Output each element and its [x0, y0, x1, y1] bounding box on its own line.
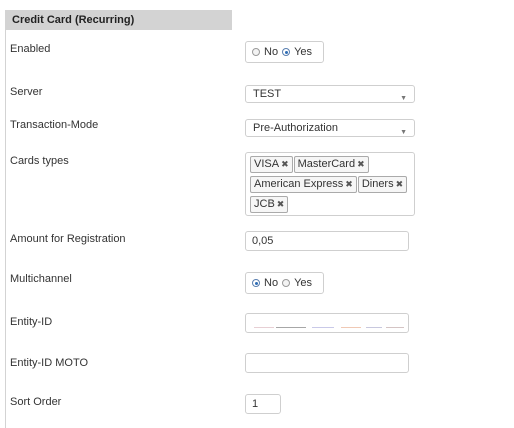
entity-id-moto-label: Entity-ID MOTO [10, 357, 89, 369]
close-icon[interactable]: ✖ [277, 199, 285, 209]
masked-text-fragment [254, 327, 274, 328]
enabled-label: Enabled [10, 43, 51, 55]
card-tag-visa: VISA ✖ [250, 156, 293, 173]
card-types-multiselect[interactable]: VISA ✖ MasterCard ✖ American Express ✖ Diners… [245, 152, 415, 216]
entity-id-input[interactable] [245, 313, 409, 333]
entity-id-moto-input[interactable] [245, 353, 409, 373]
multichannel-yes-radio[interactable] [282, 279, 291, 287]
server-label: Server [10, 86, 43, 98]
transaction-mode-select[interactable]: Pre-Authorization ▼ [245, 119, 415, 137]
server-select[interactable]: TEST ▼ [245, 85, 415, 103]
card-tag-mastercard: MasterCard ✖ [293, 156, 369, 173]
masked-text-fragment [312, 327, 334, 328]
masked-text-fragment [276, 327, 306, 328]
enabled-no-radio[interactable] [252, 48, 260, 56]
multichannel-yes-label[interactable]: Yes [294, 277, 312, 289]
tag-label: MasterCard [297, 158, 356, 170]
server-select-value: TEST [253, 88, 282, 100]
masked-text-fragment [386, 327, 404, 328]
tag-label: VISA [254, 158, 280, 170]
tag-label: American Express [254, 178, 344, 190]
enabled-yes-label[interactable]: Yes [294, 46, 312, 58]
transaction-mode-label: Transaction-Mode [10, 119, 99, 131]
enabled-no-label[interactable]: No [264, 46, 278, 58]
masked-text-fragment [341, 327, 361, 328]
close-icon[interactable]: ✖ [345, 179, 353, 189]
card-tag-american-express: American Express ✖ [250, 176, 357, 193]
multichannel-radio-group: No Yes [245, 272, 324, 294]
close-icon[interactable]: ✖ [396, 179, 404, 189]
multichannel-label: Multichannel [10, 273, 72, 285]
transaction-mode-value: Pre-Authorization [253, 122, 338, 134]
card-tag-jcb: JCB ✖ [250, 196, 289, 213]
tag-label: Diners [361, 178, 394, 190]
card-tag-diners: Diners ✖ [357, 176, 408, 193]
sort-order-input[interactable]: 1 [245, 394, 281, 414]
enabled-yes-radio[interactable] [282, 48, 291, 56]
chevron-down-icon: ▼ [400, 129, 407, 136]
close-icon[interactable]: ✖ [357, 159, 365, 169]
sort-order-label: Sort Order [10, 396, 62, 408]
settings-panel: Credit Card (Recurring) Enabled No Yes S… [0, 0, 514, 428]
enabled-radio-group: No Yes [245, 41, 324, 63]
amount-registration-input[interactable]: 0,05 [245, 231, 409, 251]
chevron-down-icon: ▼ [400, 95, 407, 102]
multichannel-no-radio[interactable] [252, 279, 260, 287]
tag-label: JCB [254, 198, 275, 210]
card-types-label: Cards types [10, 155, 69, 167]
amount-registration-label: Amount for Registration [10, 233, 126, 245]
section-header: Credit Card (Recurring) [5, 10, 232, 30]
entity-id-label: Entity-ID [10, 316, 53, 328]
panel-border [5, 30, 6, 428]
masked-text-fragment [366, 327, 382, 328]
close-icon[interactable]: ✖ [281, 159, 289, 169]
multichannel-no-label[interactable]: No [264, 277, 278, 289]
